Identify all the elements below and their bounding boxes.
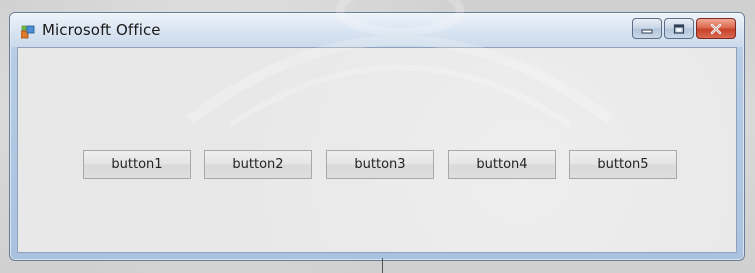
form-window: Microsoft Office button1 button2 button3…: [9, 12, 745, 261]
screenshot-page: Microsoft Office button1 button2 button3…: [0, 0, 755, 273]
button2[interactable]: button2: [204, 150, 312, 179]
resize-cursor-line: [382, 258, 383, 273]
window-title: Microsoft Office: [42, 21, 161, 39]
form-client-area: button1 button2 button3 button4 button5: [17, 47, 737, 253]
caption-buttons: [632, 18, 736, 40]
button1[interactable]: button1: [83, 150, 191, 179]
button4[interactable]: button4: [448, 150, 556, 179]
close-icon: [710, 23, 722, 34]
maximize-icon: [673, 23, 685, 34]
title-bar[interactable]: Microsoft Office: [10, 13, 744, 47]
minimize-icon: [641, 29, 653, 33]
close-button[interactable]: [696, 18, 736, 39]
minimize-button[interactable]: [632, 18, 662, 39]
maximize-button[interactable]: [664, 18, 694, 39]
button5[interactable]: button5: [569, 150, 677, 179]
windows-forms-icon: [20, 24, 35, 39]
button3[interactable]: button3: [326, 150, 434, 179]
